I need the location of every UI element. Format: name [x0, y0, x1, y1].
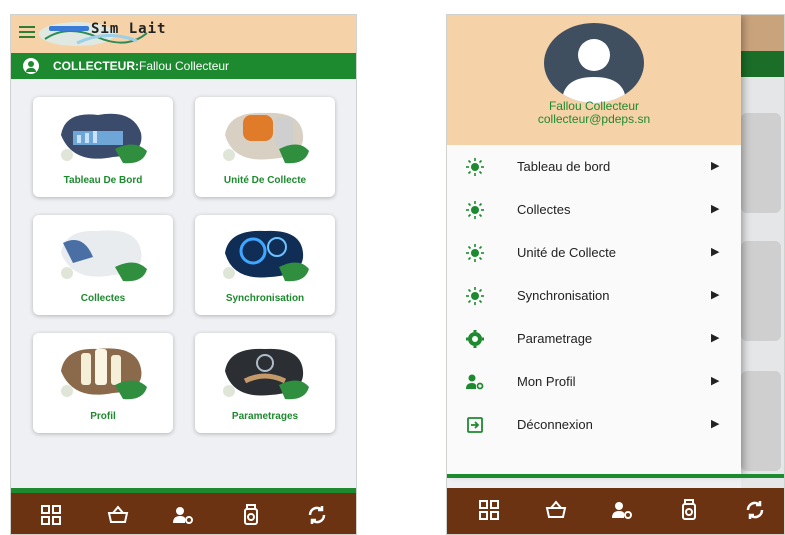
chevron-right-icon: ▶: [711, 332, 720, 344]
collector-label: COLLECTEUR:: [53, 59, 139, 73]
milk-collection-illustration: [61, 230, 147, 282]
user-settings-icon[interactable]: [610, 498, 634, 522]
chevron-right-icon: ▶: [711, 246, 720, 258]
milk-bottles-illustration: [61, 348, 147, 400]
tile-label: Unité De Collecte: [223, 175, 307, 186]
milk-can-icon[interactable]: [677, 498, 701, 522]
user-settings-icon[interactable]: [171, 503, 195, 527]
tile-unite-de-collecte[interactable]: Unité De Collecte: [195, 97, 335, 197]
menu-item-label: Collectes: [517, 202, 571, 217]
sun-icon: [465, 286, 485, 306]
collector-name: Fallou Collecteur: [139, 59, 230, 73]
avatar: [544, 23, 644, 103]
sun-icon: [465, 243, 485, 263]
home-screen: Sim Lait COLLECTEUR:Fallou Collecteur Ta…: [10, 14, 357, 535]
divider: [447, 474, 784, 478]
bottom-nav: [447, 488, 784, 534]
menu-item-label: Parametrage: [517, 331, 593, 346]
collection-unit-illustration: [223, 112, 309, 164]
menu-item-label: Déconnexion: [517, 417, 593, 432]
tile-label: Tableau De Bord: [63, 175, 143, 186]
app-title: Sim Lait: [91, 21, 167, 37]
app-header: Sim Lait: [11, 15, 356, 53]
menu-item-label: Unité de Collecte: [517, 245, 616, 260]
user-circle-icon: [23, 58, 39, 74]
menu-item-collectes[interactable]: Collectes ▶: [447, 188, 741, 230]
grid-icon[interactable]: [39, 503, 63, 527]
milk-can-icon[interactable]: [239, 503, 263, 527]
chevron-right-icon: ▶: [711, 289, 720, 301]
menu-item-mon-profil[interactable]: Mon Profil ▶: [447, 360, 741, 402]
basket-icon[interactable]: [106, 503, 130, 527]
tile-parametrages[interactable]: Parametrages: [195, 333, 335, 433]
tile-label: Profil: [90, 411, 116, 422]
menu-item-unite-de-collecte[interactable]: Unité de Collecte ▶: [447, 231, 741, 273]
tile-label: Collectes: [80, 293, 126, 304]
logout-icon: [465, 415, 485, 435]
chevron-right-icon: ▶: [711, 418, 720, 430]
tile-collectes[interactable]: Collectes: [33, 215, 173, 315]
drawer-user-name: Fallou Collecteur: [548, 99, 640, 113]
drawer-user-email: collecteur@pdeps.sn: [537, 112, 651, 126]
collector-info: COLLECTEUR:Fallou Collecteur: [53, 59, 229, 73]
grid-icon[interactable]: [477, 498, 501, 522]
drawer-header: Fallou Collecteur collecteur@pdeps.sn: [447, 15, 741, 145]
chevron-right-icon: ▶: [711, 160, 720, 172]
settings-illustration: [223, 348, 309, 400]
gear-icon: [465, 329, 485, 349]
menu-item-label: Synchronisation: [517, 288, 610, 303]
menu-item-label: Mon Profil: [517, 374, 576, 389]
tile-profil[interactable]: Profil: [33, 333, 173, 433]
tile-synchronisation[interactable]: Synchronisation: [195, 215, 335, 315]
menu-item-synchronisation[interactable]: Synchronisation ▶: [447, 274, 741, 316]
basket-icon[interactable]: [544, 498, 568, 522]
dashboard-illustration: [61, 113, 147, 164]
sync-icon[interactable]: [305, 503, 329, 527]
menu-item-label: Tableau de bord: [517, 159, 611, 174]
collector-bar: COLLECTEUR:Fallou Collecteur: [11, 53, 356, 79]
bottom-nav: [11, 488, 356, 534]
tile-label: Parametrages: [231, 411, 299, 422]
chevron-right-icon: ▶: [711, 375, 720, 387]
drawer-screen: Fallou Collecteur collecteur@pdeps.sn Ta…: [446, 14, 785, 535]
sync-gears-illustration: [223, 230, 309, 282]
chevron-right-icon: ▶: [711, 203, 720, 215]
menu-item-deconnexion[interactable]: Déconnexion ▶: [447, 403, 741, 445]
menu-item-parametrage[interactable]: Parametrage ▶: [447, 317, 741, 359]
sun-icon: [465, 200, 485, 220]
tile-tableau-de-bord[interactable]: Tableau De Bord: [33, 97, 173, 197]
user-settings-icon: [465, 372, 485, 392]
sun-icon: [465, 157, 485, 177]
dimmed-home-background: [741, 15, 784, 534]
menu-item-tableau-de-bord[interactable]: Tableau de bord ▶: [447, 145, 741, 187]
menu-icon[interactable]: [19, 26, 35, 38]
navigation-drawer: Fallou Collecteur collecteur@pdeps.sn Ta…: [447, 15, 741, 474]
tile-label: Synchronisation: [225, 293, 305, 304]
sync-icon[interactable]: [743, 498, 767, 522]
